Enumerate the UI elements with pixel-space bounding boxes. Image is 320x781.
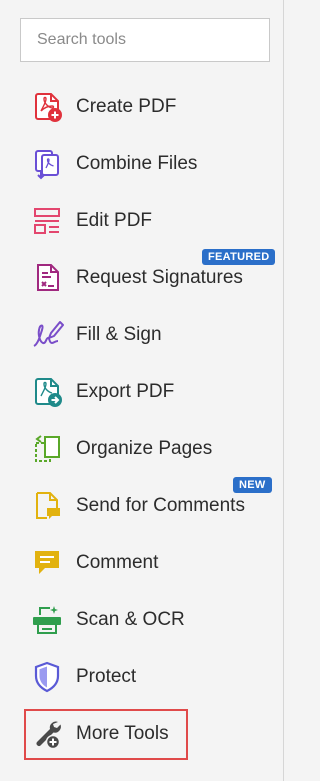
create-pdf-icon	[30, 90, 64, 124]
protect-icon	[30, 660, 64, 694]
search-tools-input[interactable]	[20, 18, 270, 62]
tool-label: Request Signatures	[76, 267, 243, 288]
tool-comment[interactable]: Comment	[24, 541, 274, 585]
tool-label: Organize Pages	[76, 438, 213, 459]
tool-label: Scan & OCR	[76, 609, 185, 630]
send-for-comments-icon	[30, 489, 64, 523]
tool-request-signatures[interactable]: Request Signatures FEATURED	[24, 249, 276, 300]
fill-sign-icon	[30, 318, 64, 352]
scan-ocr-icon	[30, 603, 64, 637]
featured-badge: FEATURED	[202, 249, 276, 265]
tool-organize-pages[interactable]: Organize Pages	[24, 427, 274, 471]
tool-label: Combine Files	[76, 153, 198, 174]
tool-send-for-comments[interactable]: Send for Comments NEW	[24, 477, 274, 528]
export-pdf-icon	[30, 375, 64, 409]
tool-combine-files[interactable]: Combine Files	[24, 142, 274, 186]
more-tools-icon	[30, 717, 64, 751]
tool-label: More Tools	[76, 723, 169, 744]
organize-pages-icon	[30, 432, 64, 466]
tools-panel: Create PDF Combine Files Edit PDF	[0, 0, 284, 781]
combine-files-icon	[30, 147, 64, 181]
tool-create-pdf[interactable]: Create PDF	[24, 85, 274, 129]
tool-fill-sign[interactable]: Fill & Sign	[24, 313, 274, 357]
request-signatures-icon	[30, 261, 64, 295]
tool-label: Create PDF	[76, 96, 177, 117]
tool-protect[interactable]: Protect	[24, 655, 274, 699]
tool-label: Fill & Sign	[76, 324, 162, 345]
tool-export-pdf[interactable]: Export PDF	[24, 370, 274, 414]
tool-more-tools[interactable]: More Tools	[24, 712, 274, 756]
tool-label: Send for Comments	[76, 495, 245, 516]
new-badge: NEW	[233, 477, 272, 493]
comment-icon	[30, 546, 64, 580]
tool-edit-pdf[interactable]: Edit PDF	[24, 199, 274, 243]
tool-label: Export PDF	[76, 381, 175, 402]
edit-pdf-icon	[30, 204, 64, 238]
tool-label: Protect	[76, 666, 137, 687]
tool-label: Edit PDF	[76, 210, 153, 231]
tool-scan-ocr[interactable]: Scan & OCR	[24, 598, 274, 642]
tool-label: Comment	[76, 552, 159, 573]
